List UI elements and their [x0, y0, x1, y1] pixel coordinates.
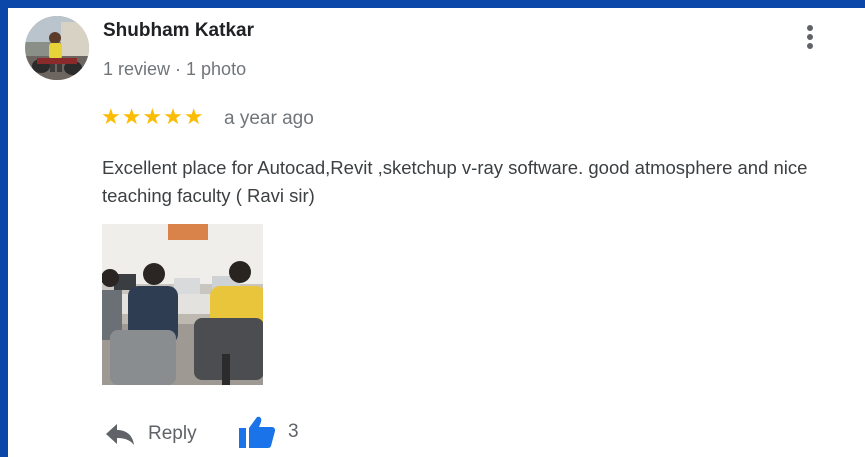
- more-options-button[interactable]: [798, 22, 822, 54]
- review-text: Excellent place for Autocad,Revit ,sketc…: [102, 157, 808, 206]
- reply-button[interactable]: Reply: [104, 418, 197, 450]
- reply-arrow-icon: [106, 424, 134, 445]
- review-time: a year ago: [224, 108, 314, 129]
- star-rating: ★★★★★: [101, 104, 205, 129]
- like-count: 3: [288, 421, 299, 442]
- reviewer-meta: 1 review · 1 photo: [103, 59, 247, 79]
- reply-label: Reply: [148, 423, 197, 444]
- review-card: Shubham Katkar 1 review · 1 photo ★★★★★ …: [8, 8, 865, 457]
- thumbs-up-icon: [239, 416, 276, 448]
- classroom-photo: [101, 224, 266, 385]
- reviewer-name[interactable]: Shubham Katkar: [103, 20, 254, 42]
- avatar-photo: [25, 16, 89, 80]
- review-photo[interactable]: [101, 224, 266, 385]
- like-button[interactable]: 3: [238, 414, 299, 450]
- avatar[interactable]: [25, 16, 89, 80]
- more-vert-icon: [807, 25, 813, 49]
